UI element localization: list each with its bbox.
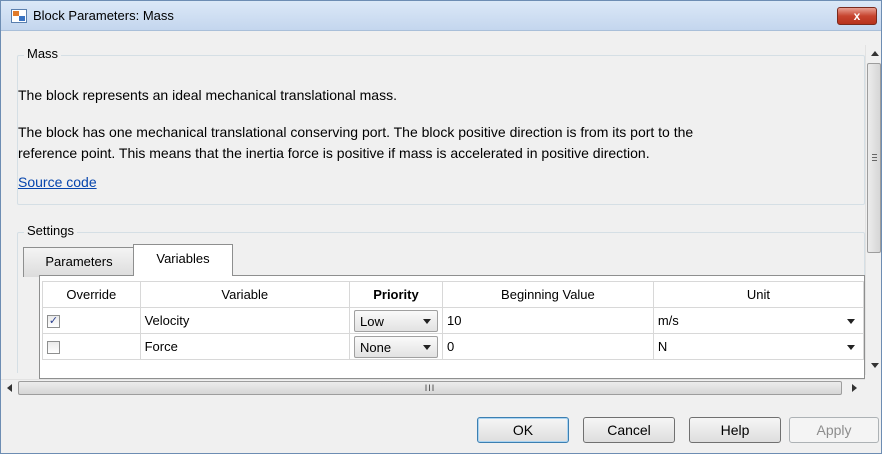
tab-parameters[interactable]: Parameters [23,247,135,277]
table-row: ✓ Velocity Low 10 m/s [42,307,864,334]
title-bar[interactable]: Block Parameters: Mass x [1,1,881,31]
header-priority[interactable]: Priority [348,281,443,308]
variable-name-cell: Force [139,333,350,360]
scroll-up-arrow-icon[interactable] [871,51,879,56]
grip-icon [872,160,877,161]
scroll-left-arrow-icon[interactable] [7,384,12,392]
header-beginning-value[interactable]: Beginning Value [441,281,654,308]
override-checkbox-velocity[interactable]: ✓ [47,315,60,329]
port-description-line-2: reference point. This means that the ine… [18,145,650,161]
header-unit[interactable]: Unit [652,281,864,308]
override-checkbox-force[interactable] [47,341,60,355]
horizontal-scrollbar[interactable]: III [1,379,865,396]
variable-name-cell: Velocity [139,307,350,334]
dropdown-arrow-icon [422,318,431,324]
priority-dropdown-velocity[interactable]: Low [353,309,438,332]
tab-variables-label: Variables [156,251,210,266]
simulink-app-icon [11,9,27,23]
header-variable[interactable]: Variable [139,281,350,308]
source-code-link[interactable]: Source code [18,172,97,192]
grip-icon [872,157,877,158]
variables-table: Override Variable Priority Beginning Val… [42,281,864,360]
close-icon: x [853,9,861,23]
table-header-row: Override Variable Priority Beginning Val… [42,281,864,308]
scroll-down-arrow-icon[interactable] [871,363,879,368]
mass-description: The block represents an ideal mechanical… [18,87,397,103]
cancel-button[interactable]: Cancel [583,417,675,443]
priority-cell: None [348,333,443,360]
help-button[interactable]: Help [689,417,781,443]
grip-icon [872,154,877,155]
dropdown-arrow-icon [422,344,431,350]
unit-cell[interactable]: m/s [652,307,864,334]
tab-variables[interactable]: Variables [133,244,233,276]
override-cell [42,333,141,360]
settings-group-legend: Settings [24,223,77,238]
close-button[interactable]: x [837,7,877,25]
override-cell: ✓ [42,307,141,334]
ok-button[interactable]: OK [477,417,569,443]
variables-tab-panel: Override Variable Priority Beginning Val… [39,275,865,379]
apply-button[interactable]: Apply [789,417,879,443]
priority-cell: Low [348,307,443,334]
vertical-scroll-thumb[interactable] [867,63,881,253]
priority-dropdown-value: Low [359,313,384,329]
scroll-right-arrow-icon[interactable] [852,384,857,392]
table-row: Force None 0 N [42,333,864,360]
horizontal-scroll-thumb[interactable]: III [18,381,842,395]
vertical-scrollbar[interactable] [865,45,881,375]
beginning-value-cell[interactable]: 0 [441,333,654,360]
header-override[interactable]: Override [42,281,141,308]
priority-dropdown-value: None [359,339,392,355]
window-title: Block Parameters: Mass [33,8,174,23]
unit-value: m/s [657,313,679,328]
beginning-value-cell[interactable]: 10 [441,307,654,334]
tab-parameters-label: Parameters [45,254,113,269]
block-parameters-dialog: Block Parameters: Mass x Mass The block … [0,0,882,454]
mass-group-legend: Mass [24,46,62,61]
dropdown-arrow-icon[interactable] [847,319,855,324]
priority-dropdown-force[interactable]: None [353,335,438,358]
unit-cell[interactable]: N [652,333,864,360]
unit-value: N [657,339,668,354]
dropdown-arrow-icon[interactable] [847,345,855,350]
port-description-line-1: The block has one mechanical translation… [18,124,694,140]
